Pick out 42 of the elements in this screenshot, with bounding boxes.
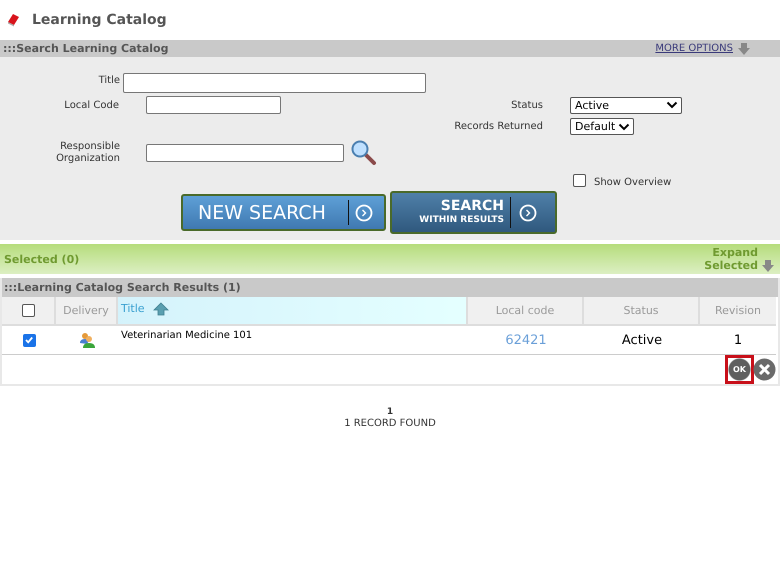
local-code-input[interactable] [146, 96, 281, 114]
close-icon[interactable] [753, 358, 776, 381]
status-dropdown[interactable]: Active [570, 96, 682, 114]
revision-cell: 1 [734, 332, 742, 348]
field-label: Records Returned [453, 121, 543, 132]
search-within-results-button[interactable]: SEARCH WITHIN RESULTS [390, 191, 557, 234]
course-title: Veterinarian Medicine 101 [121, 330, 252, 341]
section-title: :::Search Learning Catalog [3, 42, 168, 55]
local-code-link[interactable]: 62421 [505, 332, 547, 348]
field-label: Status [510, 100, 543, 110]
field-label: Responsible Organization [55, 141, 120, 165]
checkbox-label: Show Overview [594, 177, 672, 188]
show-overview-checkbox[interactable] [573, 174, 586, 186]
title-input[interactable] [123, 73, 426, 93]
page-number[interactable]: 1 [386, 406, 394, 418]
book-icon [6, 13, 20, 27]
arrow-circle-icon [355, 204, 373, 222]
results-title: :::Learning Catalog Search Results (1) [4, 281, 241, 294]
column-header[interactable]: Title [121, 302, 145, 315]
records-returned-dropdown[interactable]: Default [570, 118, 634, 135]
select-all-checkbox[interactable] [22, 304, 34, 317]
page-title: Learning Catalog [32, 12, 167, 28]
column-header[interactable]: Status [623, 304, 659, 317]
more-options-link[interactable]: MORE OPTIONS [655, 43, 733, 54]
arrow-circle-icon [519, 204, 537, 222]
status-cell: Active [622, 332, 662, 348]
new-search-button[interactable]: NEW SEARCH [181, 194, 386, 231]
field-label: Title [98, 74, 120, 86]
down-arrow-icon [762, 260, 774, 272]
expand-selected-link[interactable]: Expand Selected [702, 246, 758, 272]
dropdown-caret-icon [666, 101, 678, 109]
sort-up-icon [152, 302, 169, 316]
search-icon[interactable] [351, 140, 377, 166]
people-icon [79, 332, 95, 348]
records-found: 1 RECORD FOUND [344, 418, 436, 430]
selected-count: Selected (0) [4, 252, 80, 266]
row-checkbox[interactable] [22, 334, 36, 346]
field-label: Local Code [63, 100, 119, 110]
down-arrow-icon [738, 42, 750, 54]
ok-button[interactable]: OK [728, 358, 751, 381]
organization-input[interactable] [146, 144, 344, 162]
dropdown-caret-icon [618, 122, 630, 130]
